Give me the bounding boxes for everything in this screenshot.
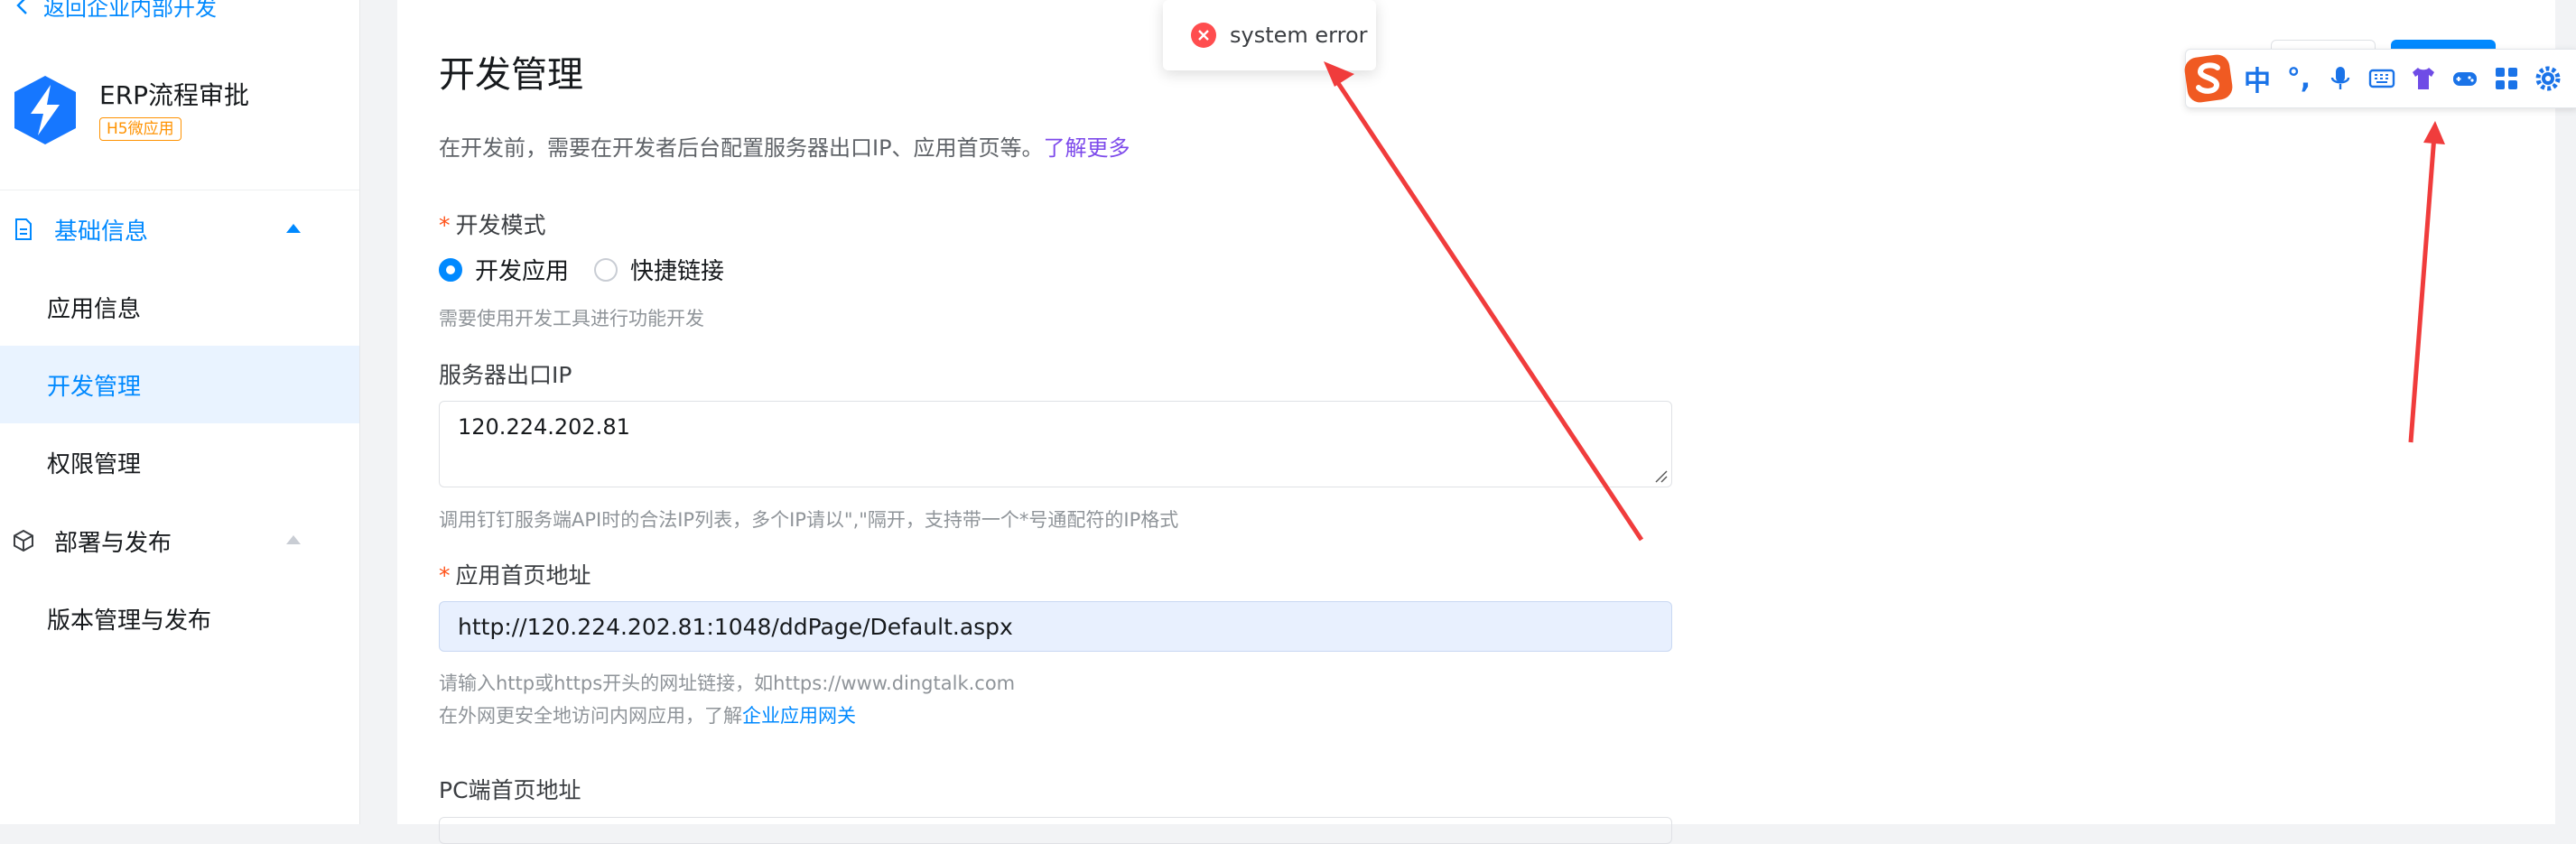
main-panel: 开发管理 在开发前，需要在开发者后台配置服务器出口IP、应用首页等。了解更多 *…	[397, 0, 2555, 844]
pc-homepage-label: PC端首页地址	[439, 777, 581, 803]
radio-unchecked-icon	[594, 257, 618, 282]
radio-quick-link[interactable]: 快捷链接	[594, 253, 724, 286]
keyboard-icon	[2368, 69, 2395, 88]
lightning-logo-icon	[14, 76, 76, 144]
nav-group-label: 部署与发布	[54, 529, 172, 557]
homepage-hint: 请输入http或https开头的网址链接，如https://www.dingta…	[439, 672, 1016, 694]
page-title: 开发管理	[439, 54, 583, 96]
ime-toolbar: 中 °,	[2184, 49, 2576, 108]
nav-group-basic-info[interactable]: 基础信息	[0, 190, 359, 268]
sidebar-item-label: 权限管理	[47, 450, 142, 478]
app-name: ERP流程审批	[99, 80, 250, 110]
ime-settings-button[interactable]	[2527, 59, 2569, 98]
sidebar-item-app-info[interactable]: 应用信息	[0, 268, 359, 346]
homepage-label: * 应用首页地址	[439, 562, 591, 589]
ime-zh-label: 中	[2244, 66, 2271, 97]
document-icon	[15, 218, 32, 240]
sidebar-item-label: 应用信息	[47, 295, 142, 323]
ime-toolbox-button[interactable]	[2486, 59, 2527, 98]
server-ip-hint: 调用钉钉服务端API时的合法IP列表，多个IP请以","隔开，支持带一个*号通配…	[439, 509, 1179, 531]
back-link-label: 返回企业内部开发	[43, 0, 217, 21]
homepage-url-input[interactable]: http://120.224.202.81:1048/ddPage/Defaul…	[439, 601, 1672, 652]
tshirt-icon	[2413, 68, 2434, 89]
back-link[interactable]: 返回企业内部开发	[14, 0, 217, 23]
ime-punctuation-toggle[interactable]: °,	[2278, 59, 2320, 98]
sidebar-item-dev-management[interactable]: 开发管理	[0, 346, 359, 423]
error-circle-icon	[1191, 23, 1216, 48]
cube-icon	[14, 529, 33, 552]
server-ip-value: 120.224.202.81	[458, 414, 630, 440]
learn-more-link[interactable]: 了解更多	[1044, 135, 1130, 161]
grid-apps-icon	[2496, 68, 2517, 89]
dev-mode-radio-group: 开发应用 快捷链接	[439, 253, 749, 286]
sidebar-item-label: 版本管理与发布	[47, 607, 212, 635]
sidebar-item-version-release[interactable]: 版本管理与发布	[0, 580, 359, 657]
dev-mode-label: * 开发模式	[439, 212, 546, 238]
radio-label: 快捷链接	[630, 258, 725, 285]
ime-voice-button[interactable]	[2320, 59, 2361, 98]
sidebar-item-permissions[interactable]: 权限管理	[0, 423, 359, 501]
sidebar-item-label: 开发管理	[47, 373, 142, 401]
radio-checked-icon	[439, 257, 462, 282]
homepage-url-value: http://120.224.202.81:1048/ddPage/Defaul…	[458, 613, 1013, 640]
gateway-hint: 在外网更安全地访问内网应用，了解企业应用网关	[439, 705, 856, 727]
ime-skin-button[interactable]	[2403, 59, 2444, 98]
caret-up-icon	[286, 535, 301, 544]
radio-label: 开发应用	[475, 258, 570, 285]
nav-group-deploy[interactable]: 部署与发布	[0, 502, 359, 580]
pc-homepage-input[interactable]	[439, 817, 1672, 844]
enterprise-gateway-link[interactable]: 企业应用网关	[742, 705, 856, 727]
chevron-left-icon	[16, 0, 27, 14]
gear-icon	[2535, 66, 2561, 91]
ime-punct-label: °,	[2286, 62, 2311, 95]
ime-keyboard-button[interactable]	[2361, 59, 2403, 98]
server-ip-label: 服务器出口IP	[439, 362, 572, 388]
app-type-badge: H5微应用	[99, 117, 181, 141]
ime-chinese-toggle[interactable]: 中	[2237, 59, 2278, 98]
sidebar: 返回企业内部开发 ERP流程审批 H5微应用 基础信息 应用信息 开发管理 权限…	[0, 0, 360, 824]
microphone-icon	[2330, 67, 2350, 89]
resize-grip-icon[interactable]	[1653, 468, 1668, 483]
required-mark: *	[439, 562, 451, 589]
app-card: ERP流程审批 H5微应用	[7, 72, 249, 148]
server-ip-textarea[interactable]: 120.224.202.81	[439, 401, 1672, 487]
error-toast: system error	[1163, 0, 1376, 70]
caret-up-icon	[286, 224, 301, 233]
sogou-logo-icon[interactable]	[2181, 51, 2237, 107]
required-mark: *	[439, 212, 451, 238]
toast-message: system error	[1230, 23, 1368, 48]
radio-dev-app[interactable]: 开发应用	[439, 253, 569, 286]
dev-mode-hint: 需要使用开发工具进行功能开发	[439, 308, 704, 329]
nav-group-label: 基础信息	[54, 218, 149, 246]
intro-text: 在开发前，需要在开发者后台配置服务器出口IP、应用首页等。了解更多	[439, 135, 1130, 161]
ime-game-button[interactable]	[2444, 59, 2486, 98]
gamepad-icon	[2453, 72, 2477, 86]
